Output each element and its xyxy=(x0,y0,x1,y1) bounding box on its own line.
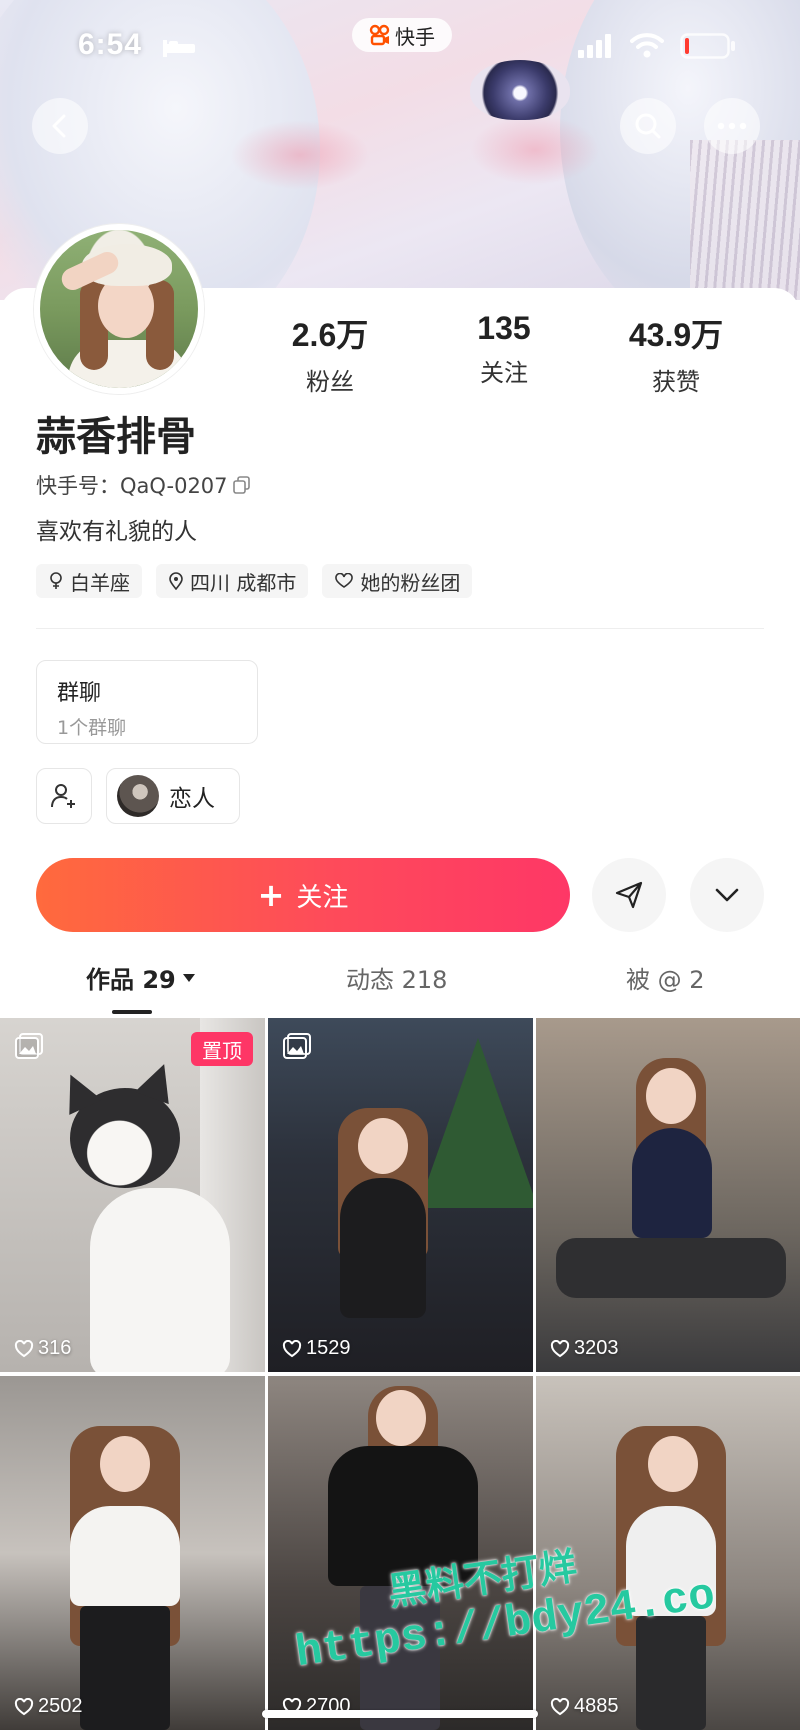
content-tabs: 作品 29 动态 218 被 @ 2 xyxy=(0,960,800,1020)
active-tab-indicator xyxy=(112,1010,152,1014)
location-pin-icon xyxy=(169,572,183,590)
work-item[interactable]: 2502 xyxy=(0,1376,265,1730)
work-item[interactable]: 1529 xyxy=(268,1018,533,1372)
expand-button[interactable] xyxy=(690,858,764,932)
tab-works[interactable]: 作品 29 xyxy=(86,960,196,995)
heart-icon xyxy=(14,1697,34,1715)
work-item[interactable]: 2700 xyxy=(268,1376,533,1730)
battery-low-icon xyxy=(680,33,735,59)
profile-tags: 白羊座 四川 成都市 她的粉丝团 xyxy=(36,564,473,598)
following-label: 关注 xyxy=(480,359,528,387)
following-count: 135 xyxy=(477,310,531,346)
group-chat-subtitle: 1个群聊 xyxy=(57,717,127,739)
relation-chip[interactable]: 恋人 xyxy=(106,768,240,824)
more-button[interactable] xyxy=(704,98,760,154)
send-message-button[interactable] xyxy=(592,858,666,932)
tab-mentions-label: 被 @ 2 xyxy=(626,966,705,994)
like-count: 4885 xyxy=(550,1695,619,1718)
like-count-value: 1529 xyxy=(306,1337,351,1359)
home-indicator[interactable] xyxy=(262,1710,538,1718)
likes-label: 获赞 xyxy=(652,368,700,396)
add-friend-button[interactable] xyxy=(36,768,92,824)
search-button[interactable] xyxy=(620,98,676,154)
search-icon xyxy=(635,113,661,139)
fans-label: 粉丝 xyxy=(306,368,354,396)
app-indicator-pill[interactable]: 快手 xyxy=(352,18,452,52)
sleep-mode-icon xyxy=(163,40,195,57)
stat-fans[interactable]: 2.6万 粉丝 xyxy=(260,310,400,397)
kuaishou-id-row[interactable]: 快手号：QaQ-0207 xyxy=(36,470,252,500)
likes-count: 43.9万 xyxy=(628,317,724,353)
relation-label: 恋人 xyxy=(169,786,215,812)
more-dots-icon xyxy=(717,122,747,130)
female-symbol-icon xyxy=(50,572,62,589)
stat-likes[interactable]: 43.9万 获赞 xyxy=(606,310,746,397)
like-count: 1529 xyxy=(282,1337,351,1360)
tab-works-label: 作品 29 xyxy=(86,966,176,994)
copy-icon[interactable] xyxy=(232,475,252,495)
add-person-icon xyxy=(51,784,75,808)
chevron-down-icon xyxy=(715,888,739,902)
like-count: 3203 xyxy=(550,1337,619,1360)
divider xyxy=(36,628,764,629)
kuaishou-id: 快手号：QaQ-0207 xyxy=(36,474,228,498)
tag-fan-club-label: 她的粉丝团 xyxy=(360,570,461,595)
status-time: 6:54 xyxy=(78,28,143,61)
heart-icon xyxy=(282,1339,302,1357)
tab-moments[interactable]: 动态 218 xyxy=(346,960,447,995)
app-name: 快手 xyxy=(395,24,435,49)
like-count-value: 316 xyxy=(38,1337,72,1359)
heart-icon xyxy=(550,1339,570,1357)
work-item[interactable]: 3203 xyxy=(536,1018,800,1372)
profile-stats: 2.6万 粉丝 135 关注 43.9万 获赞 xyxy=(0,310,800,400)
work-item[interactable]: 4885 xyxy=(536,1376,800,1730)
works-grid: 置顶 316 1529 3203 2502 2700 4885 xyxy=(0,1018,800,1732)
follow-button[interactable]: + 关注 xyxy=(36,858,570,932)
tab-mentions[interactable]: 被 @ 2 xyxy=(626,960,705,995)
follow-label: 关注 xyxy=(296,882,349,913)
relation-avatar xyxy=(117,775,159,817)
tag-zodiac-label: 白羊座 xyxy=(70,570,130,595)
like-count-value: 2502 xyxy=(38,1695,83,1717)
tag-location-label: 四川 成都市 xyxy=(190,570,297,595)
chevron-left-icon xyxy=(52,114,66,138)
caret-down-icon xyxy=(182,973,195,982)
tag-location: 四川 成都市 xyxy=(156,564,309,598)
tag-zodiac: 白羊座 xyxy=(36,564,142,598)
back-button[interactable] xyxy=(32,98,88,154)
group-chat-title: 群聊 xyxy=(57,681,102,706)
like-count: 2502 xyxy=(14,1695,83,1718)
multi-image-icon xyxy=(283,1033,311,1059)
heart-icon xyxy=(14,1339,34,1357)
kuaishou-logo-icon xyxy=(369,24,390,46)
wifi-icon xyxy=(630,33,664,58)
like-count-value: 3203 xyxy=(574,1337,619,1359)
stat-following[interactable]: 135 关注 xyxy=(434,310,574,388)
work-item[interactable]: 置顶 316 xyxy=(0,1018,265,1372)
tab-moments-label: 动态 218 xyxy=(346,966,448,994)
tag-fan-club[interactable]: 她的粉丝团 xyxy=(322,564,473,598)
heart-outline-icon xyxy=(335,573,354,588)
fans-count: 2.6万 xyxy=(291,317,369,353)
heart-icon xyxy=(550,1697,570,1715)
paper-plane-icon xyxy=(615,881,643,909)
like-count: 316 xyxy=(14,1337,71,1360)
like-count-value: 4885 xyxy=(574,1695,619,1717)
multi-image-icon xyxy=(15,1033,43,1059)
profile-bio: 喜欢有礼貌的人 xyxy=(36,519,197,545)
profile-name: 蒜香排骨 xyxy=(36,414,196,460)
group-chat-card[interactable]: 群聊 1个群聊 xyxy=(36,660,258,744)
cellular-signal-icon xyxy=(578,34,611,58)
pinned-badge: 置顶 xyxy=(191,1032,253,1066)
plus-icon: + xyxy=(257,876,285,914)
